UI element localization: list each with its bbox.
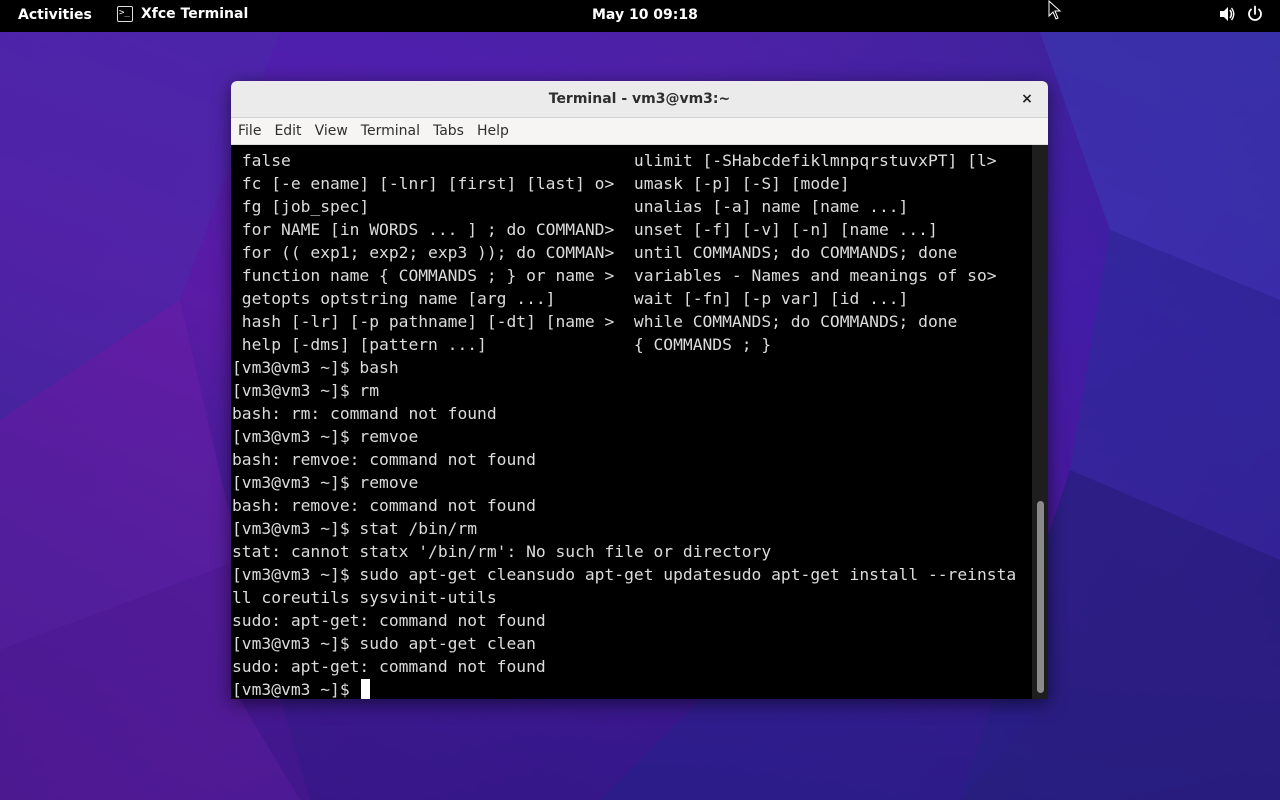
menu-file[interactable]: File [231,123,267,139]
terminal-line: function name { COMMANDS ; } or name > v… [232,266,997,285]
volume-icon[interactable] [1218,5,1236,23]
terminal-prompt: [vm3@vm3 ~]$ [232,680,360,699]
terminal-line: false ulimit [-SHabcdefiklmnpqrstuvxPT] … [232,151,997,170]
terminal-line: fg [job_spec] unalias [-a] name [name ..… [232,197,909,216]
terminal-line: getopts optstring name [arg ...] wait [-… [232,289,909,308]
scrollbar-thumb[interactable] [1037,501,1044,693]
terminal-line: for NAME [in WORDS ... ] ; do COMMAND> u… [232,220,938,239]
terminal-line: help [-dms] [pattern ...] { COMMANDS ; } [232,335,772,354]
menu-help[interactable]: Help [470,123,515,139]
menu-bar: File Edit View Terminal Tabs Help [231,118,1048,145]
terminal-line: hash [-lr] [-p pathname] [-dt] [name > w… [232,312,958,331]
terminal-window[interactable]: Terminal - vm3@vm3:~ × File Edit View Te… [231,81,1048,699]
terminal-scrollbar[interactable] [1032,145,1048,699]
system-tray[interactable] [1218,5,1264,23]
terminal-line: [vm3@vm3 ~]$ stat /bin/rm [232,519,478,538]
top-bar: Activities >_ Xfce Terminal May 10 09:18 [0,0,1280,32]
menu-edit[interactable]: Edit [267,123,307,139]
app-menu[interactable]: >_ Xfce Terminal [117,6,248,22]
terminal-line: for (( exp1; exp2; exp3 )); do COMMAN> u… [232,243,958,262]
terminal-line: bash: remove: command not found [232,496,536,515]
terminal-line: sudo: apt-get: command not found [232,611,546,630]
text-cursor [361,679,371,699]
terminal-line: [vm3@vm3 ~]$ remvoe [232,427,419,446]
window-titlebar[interactable]: Terminal - vm3@vm3:~ × [231,81,1048,118]
terminal-line: [vm3@vm3 ~]$ rm [232,381,380,400]
power-icon[interactable] [1246,5,1264,23]
terminal-line: [vm3@vm3 ~]$ bash [232,358,399,377]
mouse-pointer-icon [1048,0,1062,24]
menu-view[interactable]: View [308,123,354,139]
window-title: Terminal - vm3@vm3:~ [548,91,731,107]
terminal-icon: >_ [117,6,133,22]
terminal-line: [vm3@vm3 ~]$ sudo apt-get cleansudo apt-… [232,565,1017,584]
clock[interactable]: May 10 09:18 [592,7,698,23]
terminal-line: ll coreutils sysvinit-utils [232,588,497,607]
terminal-line: fc [-e ename] [-lnr] [first] [last] o> u… [232,174,850,193]
terminal-line: bash: remvoe: command not found [232,450,536,469]
menu-terminal[interactable]: Terminal [354,123,426,139]
app-menu-label: Xfce Terminal [141,6,249,22]
terminal-line: bash: rm: command not found [232,404,497,423]
close-button[interactable]: × [1018,90,1036,108]
terminal-line: stat: cannot statx '/bin/rm': No such fi… [232,542,772,561]
terminal-prompt-line[interactable]: [vm3@vm3 ~]$ [232,678,1032,699]
menu-tabs[interactable]: Tabs [426,123,470,139]
terminal-line: [vm3@vm3 ~]$ remove [232,473,419,492]
terminal-line: sudo: apt-get: command not found [232,657,546,676]
activities-button[interactable]: Activities [18,7,92,23]
terminal-output[interactable]: false ulimit [-SHabcdefiklmnpqrstuvxPT] … [231,145,1032,699]
terminal-line: [vm3@vm3 ~]$ sudo apt-get clean [232,634,536,653]
